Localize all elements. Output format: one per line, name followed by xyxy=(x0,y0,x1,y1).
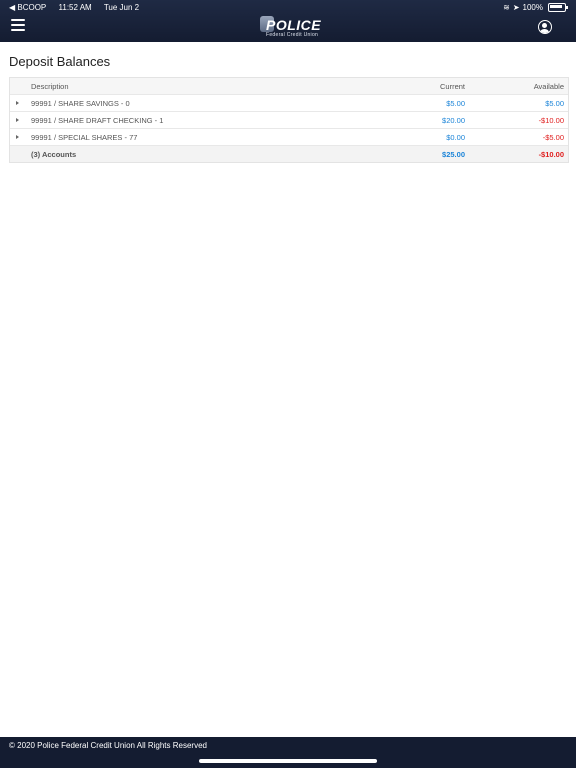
copyright-text: © 2020 Police Federal Credit Union All R… xyxy=(9,741,207,750)
column-header-description: Description xyxy=(31,82,69,91)
total-label: (3) Accounts xyxy=(31,150,77,159)
table-header: Description Current Available xyxy=(10,78,568,94)
current-balance: $0.00 xyxy=(446,133,465,142)
hamburger-icon-line xyxy=(11,24,25,26)
column-header-current: Current xyxy=(439,82,465,91)
app-header: ◀ BCOOP 11:52 AM Tue Jun 2 ≋ ➤ 100% POLI… xyxy=(0,0,576,42)
table-row[interactable]: 99991 / SHARE SAVINGS - 0 $5.00 $5.00 xyxy=(10,94,568,111)
footer: © 2020 Police Federal Credit Union All R… xyxy=(0,737,576,768)
table-row[interactable]: 99991 / SPECIAL SHARES - 77 $0.00 -$5.00 xyxy=(10,128,568,145)
account-description: 99991 / SHARE DRAFT CHECKING - 1 xyxy=(31,116,164,125)
table-row[interactable]: 99991 / SHARE DRAFT CHECKING - 1 $20.00 … xyxy=(10,111,568,128)
battery-icon xyxy=(548,3,568,12)
home-indicator[interactable] xyxy=(199,759,377,763)
hamburger-icon-line xyxy=(11,29,25,31)
available-balance: -$10.00 xyxy=(538,116,564,125)
hamburger-icon-line xyxy=(11,19,25,21)
deposit-balances-table: Description Current Available 99991 / SH… xyxy=(9,77,569,163)
police-fcu-logo: POLICE Federal Credit Union xyxy=(258,14,322,40)
user-icon-head xyxy=(542,23,547,28)
status-left: ◀ BCOOP 11:52 AM Tue Jun 2 xyxy=(9,3,149,12)
account-description: 99991 / SHARE SAVINGS - 0 xyxy=(31,99,130,108)
location-icon: ➤ xyxy=(512,3,520,12)
available-balance: $5.00 xyxy=(545,99,564,108)
status-right: ≋ ➤ 100% xyxy=(503,3,568,12)
total-current: $25.00 xyxy=(442,150,465,159)
table-total-row: (3) Accounts $25.00 -$10.00 xyxy=(10,145,568,162)
logo-subtext: Federal Credit Union xyxy=(266,32,319,38)
status-bar: ◀ BCOOP 11:52 AM Tue Jun 2 ≋ ➤ 100% xyxy=(0,0,576,14)
date-label: Tue Jun 2 xyxy=(103,3,140,12)
logo-text: POLICE xyxy=(266,17,322,33)
expand-arrow-icon[interactable] xyxy=(16,135,19,139)
user-profile-button[interactable] xyxy=(538,20,552,34)
current-balance: $20.00 xyxy=(442,116,465,125)
expand-arrow-icon[interactable] xyxy=(16,118,19,122)
time-label: 11:52 AM xyxy=(58,3,92,12)
available-balance: -$5.00 xyxy=(542,133,564,142)
column-header-available: Available xyxy=(533,82,564,91)
account-description: 99991 / SPECIAL SHARES - 77 xyxy=(31,133,138,142)
carrier-label: ◀ BCOOP xyxy=(9,3,47,12)
wifi-icon: ≋ xyxy=(503,3,510,12)
current-balance: $5.00 xyxy=(446,99,465,108)
user-icon-body xyxy=(540,29,549,33)
page-title: Deposit Balances xyxy=(9,54,111,69)
battery-percent: 100% xyxy=(522,3,543,12)
expand-arrow-icon[interactable] xyxy=(16,101,19,105)
total-available: -$10.00 xyxy=(538,150,564,159)
hamburger-menu-button[interactable] xyxy=(11,19,25,31)
